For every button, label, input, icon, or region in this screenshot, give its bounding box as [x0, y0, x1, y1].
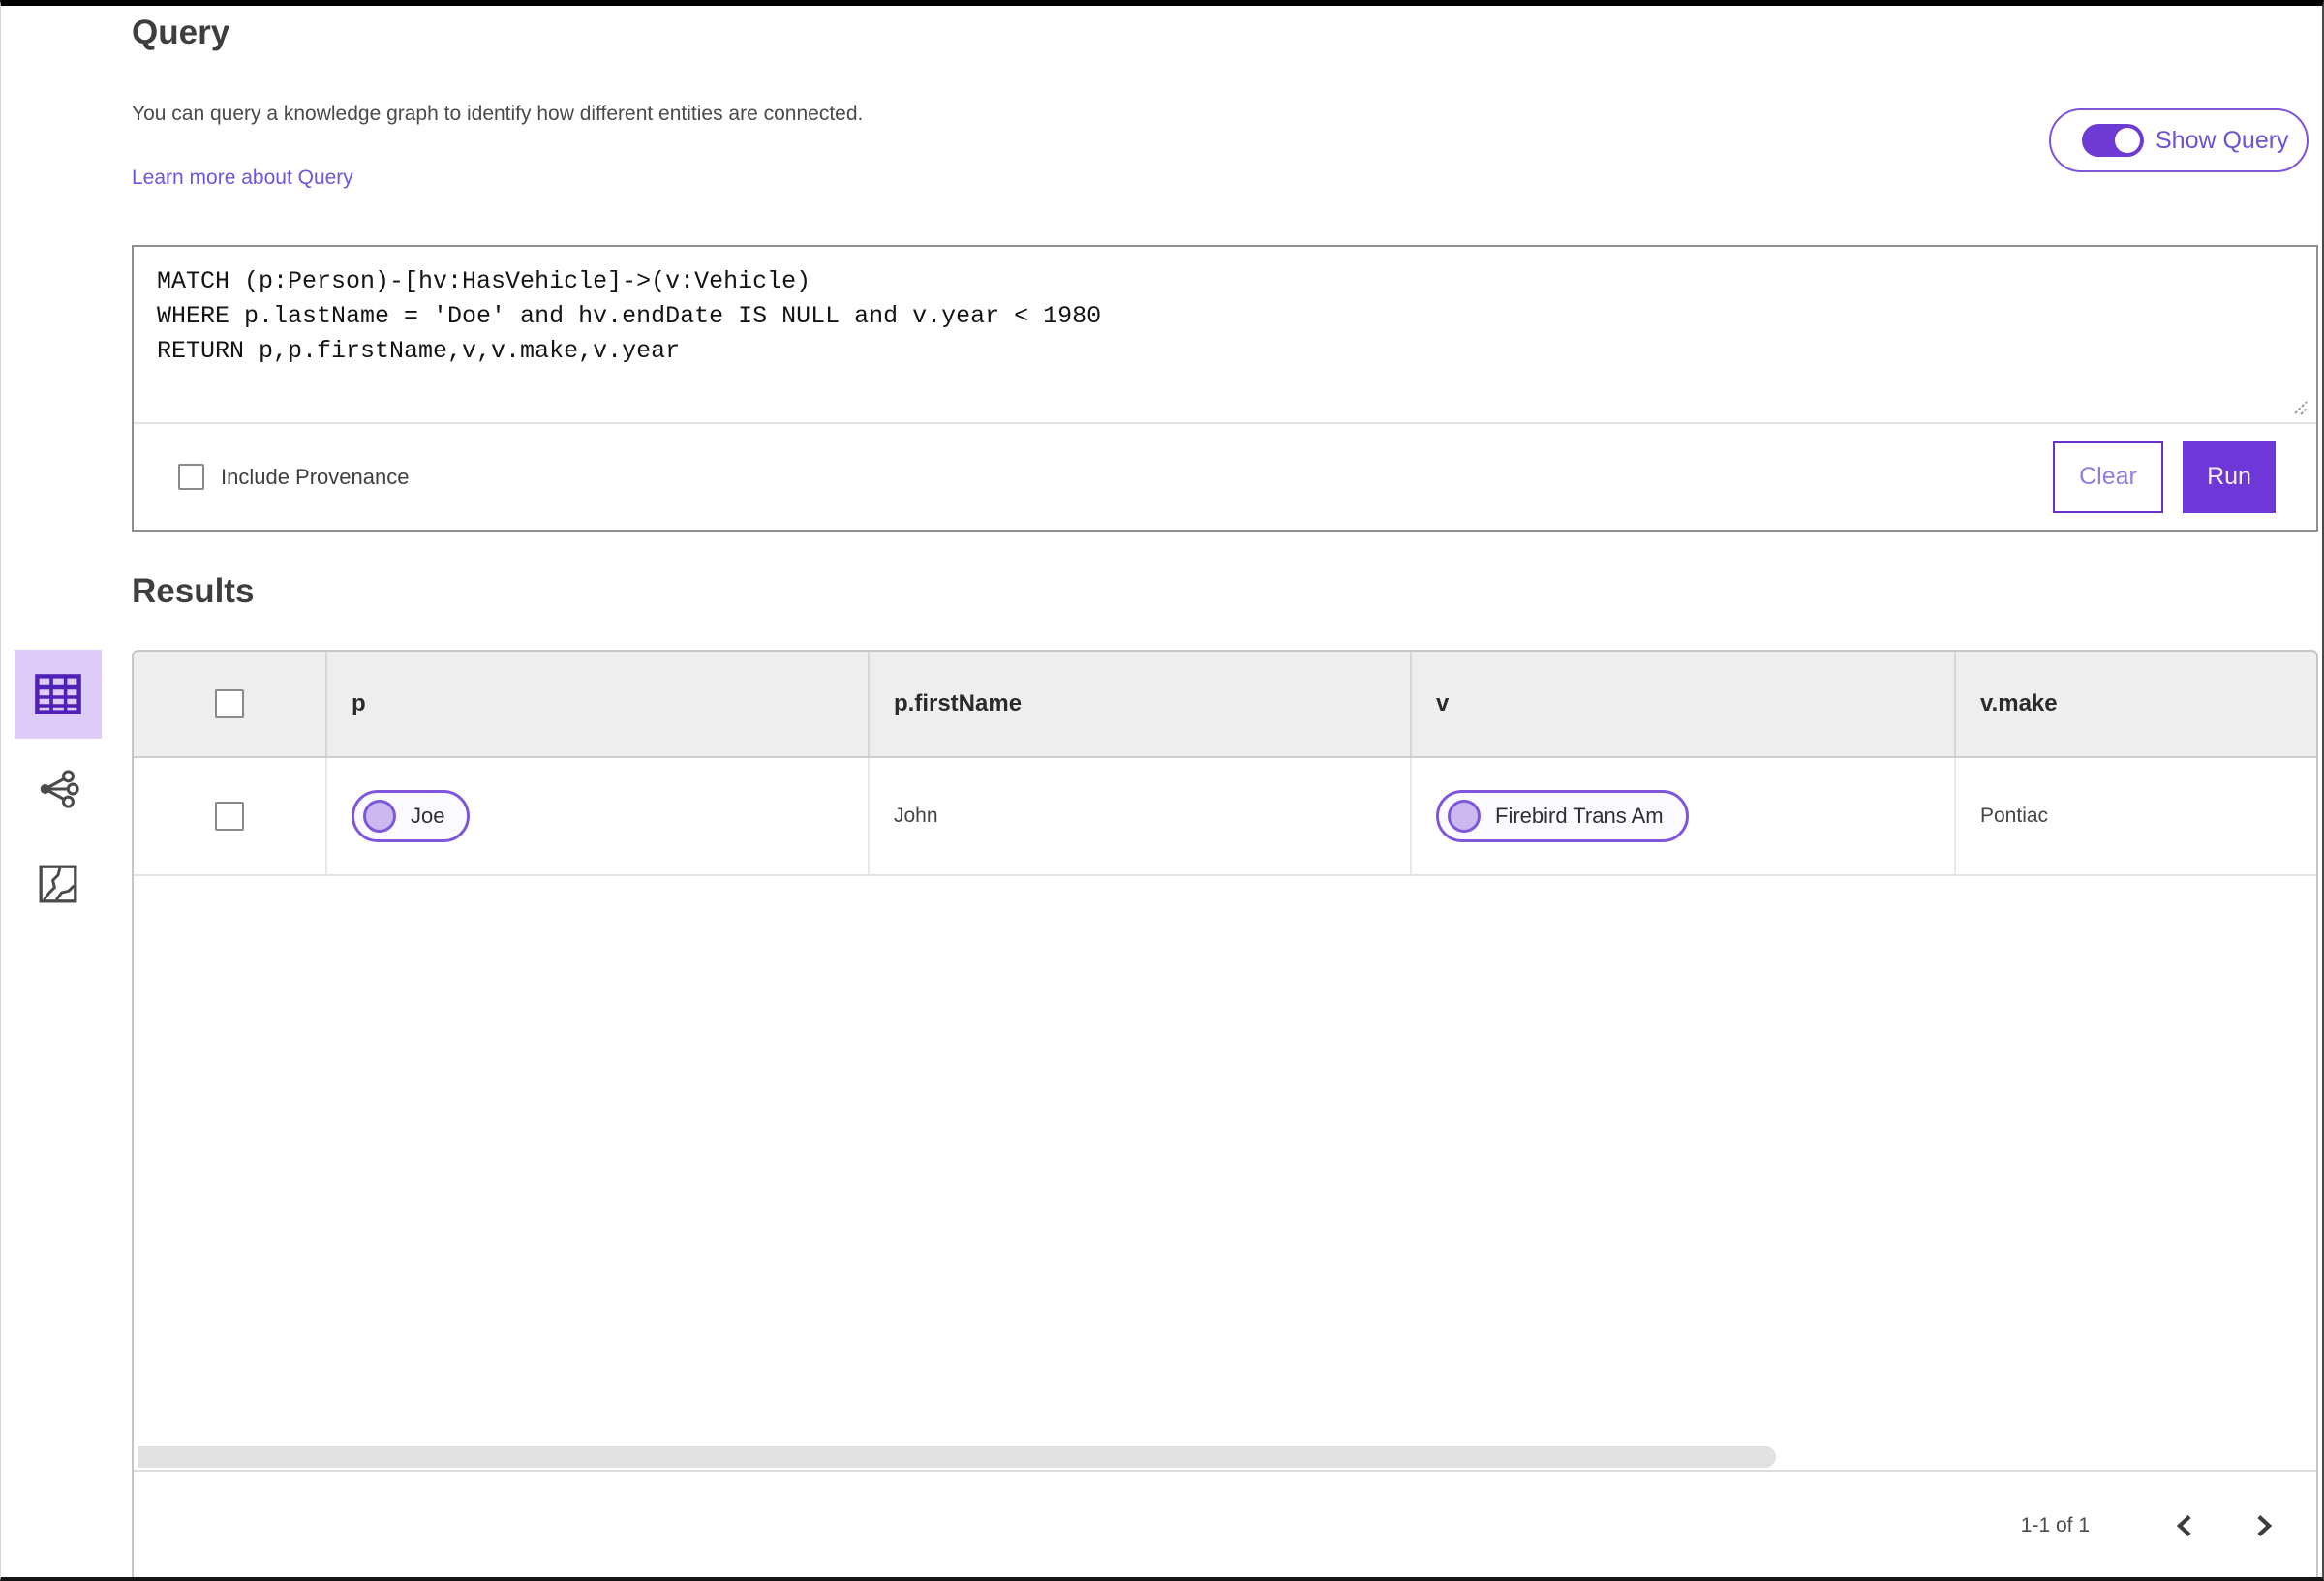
- results-table: p p.firstName v v.make Joe John Firebird…: [132, 650, 2318, 1577]
- chevron-right-icon: [2257, 1515, 2273, 1536]
- results-heading: Results: [132, 572, 255, 610]
- include-provenance-checkbox[interactable]: [178, 464, 204, 490]
- cell-firstname: John: [870, 758, 1412, 874]
- select-all-checkbox[interactable]: [215, 689, 244, 718]
- entity-chip-vehicle[interactable]: Firebird Trans Am: [1436, 790, 1689, 842]
- horizontal-scrollbar-thumb[interactable]: [138, 1446, 1776, 1468]
- map-view-button[interactable]: [15, 839, 102, 928]
- page-description: You can query a knowledge graph to ident…: [132, 103, 864, 125]
- entity-chip-person[interactable]: Joe: [352, 790, 471, 842]
- column-header-v[interactable]: v: [1412, 652, 1956, 756]
- table-row[interactable]: Joe John Firebird Trans Am Pontiac: [134, 758, 2316, 876]
- previous-page-button[interactable]: [2165, 1506, 2204, 1545]
- clear-button[interactable]: Clear: [2053, 441, 2163, 513]
- column-header-p[interactable]: p: [327, 652, 870, 756]
- pagination-range-label: 1-1 of 1: [2020, 1514, 2090, 1536]
- column-header-firstname[interactable]: p.firstName: [870, 652, 1412, 756]
- results-view-switcher: [1, 650, 117, 928]
- query-code-input[interactable]: MATCH (p:Person)-[hv:HasVehicle]->(v:Veh…: [134, 247, 2316, 422]
- entity-chip-label: Firebird Trans Am: [1495, 804, 1664, 828]
- query-editor-bar: Include Provenance Clear Run: [134, 424, 2316, 530]
- map-view-icon: [39, 865, 77, 903]
- row-checkbox[interactable]: [215, 802, 244, 831]
- network-view-button[interactable]: [15, 745, 102, 834]
- run-button[interactable]: Run: [2183, 441, 2276, 513]
- column-header-make[interactable]: v.make: [1956, 652, 2316, 756]
- learn-more-link[interactable]: Learn more about Query: [132, 167, 353, 190]
- table-empty-area: [134, 876, 2316, 1444]
- next-page-button[interactable]: [2245, 1506, 2283, 1545]
- table-view-icon: [35, 674, 81, 714]
- table-view-button[interactable]: [15, 650, 102, 739]
- network-view-icon: [40, 770, 79, 808]
- query-code-wrap: MATCH (p:Person)-[hv:HasVehicle]->(v:Veh…: [134, 247, 2316, 424]
- show-query-label: Show Query: [2156, 126, 2289, 154]
- query-page: Query You can query a knowledge graph to…: [0, 0, 2324, 1581]
- entity-chip-label: Joe: [411, 804, 445, 828]
- page-title: Query: [132, 14, 230, 51]
- table-footer: 1-1 of 1: [134, 1470, 2316, 1577]
- textarea-resize-handle-icon[interactable]: [2291, 398, 2310, 417]
- table-header-row: p p.firstName v v.make: [134, 652, 2316, 758]
- cell-v: Firebird Trans Am: [1412, 758, 1956, 874]
- chevron-left-icon: [2176, 1515, 2191, 1536]
- row-checkbox-cell: [134, 758, 327, 874]
- entity-node-icon: [363, 800, 396, 833]
- table-header-checkbox-cell: [134, 652, 327, 756]
- horizontal-scrollbar-track[interactable]: [134, 1444, 2316, 1470]
- show-query-toggle[interactable]: Show Query: [2049, 108, 2309, 172]
- entity-node-icon: [1448, 800, 1481, 833]
- cell-p: Joe: [327, 758, 870, 874]
- cell-make: Pontiac: [1980, 805, 2049, 827]
- toggle-switch-on-icon[interactable]: [2082, 124, 2144, 157]
- toggle-knob: [2115, 128, 2140, 153]
- include-provenance-label: Include Provenance: [221, 464, 410, 489]
- query-panel: MATCH (p:Person)-[hv:HasVehicle]->(v:Veh…: [132, 245, 2318, 532]
